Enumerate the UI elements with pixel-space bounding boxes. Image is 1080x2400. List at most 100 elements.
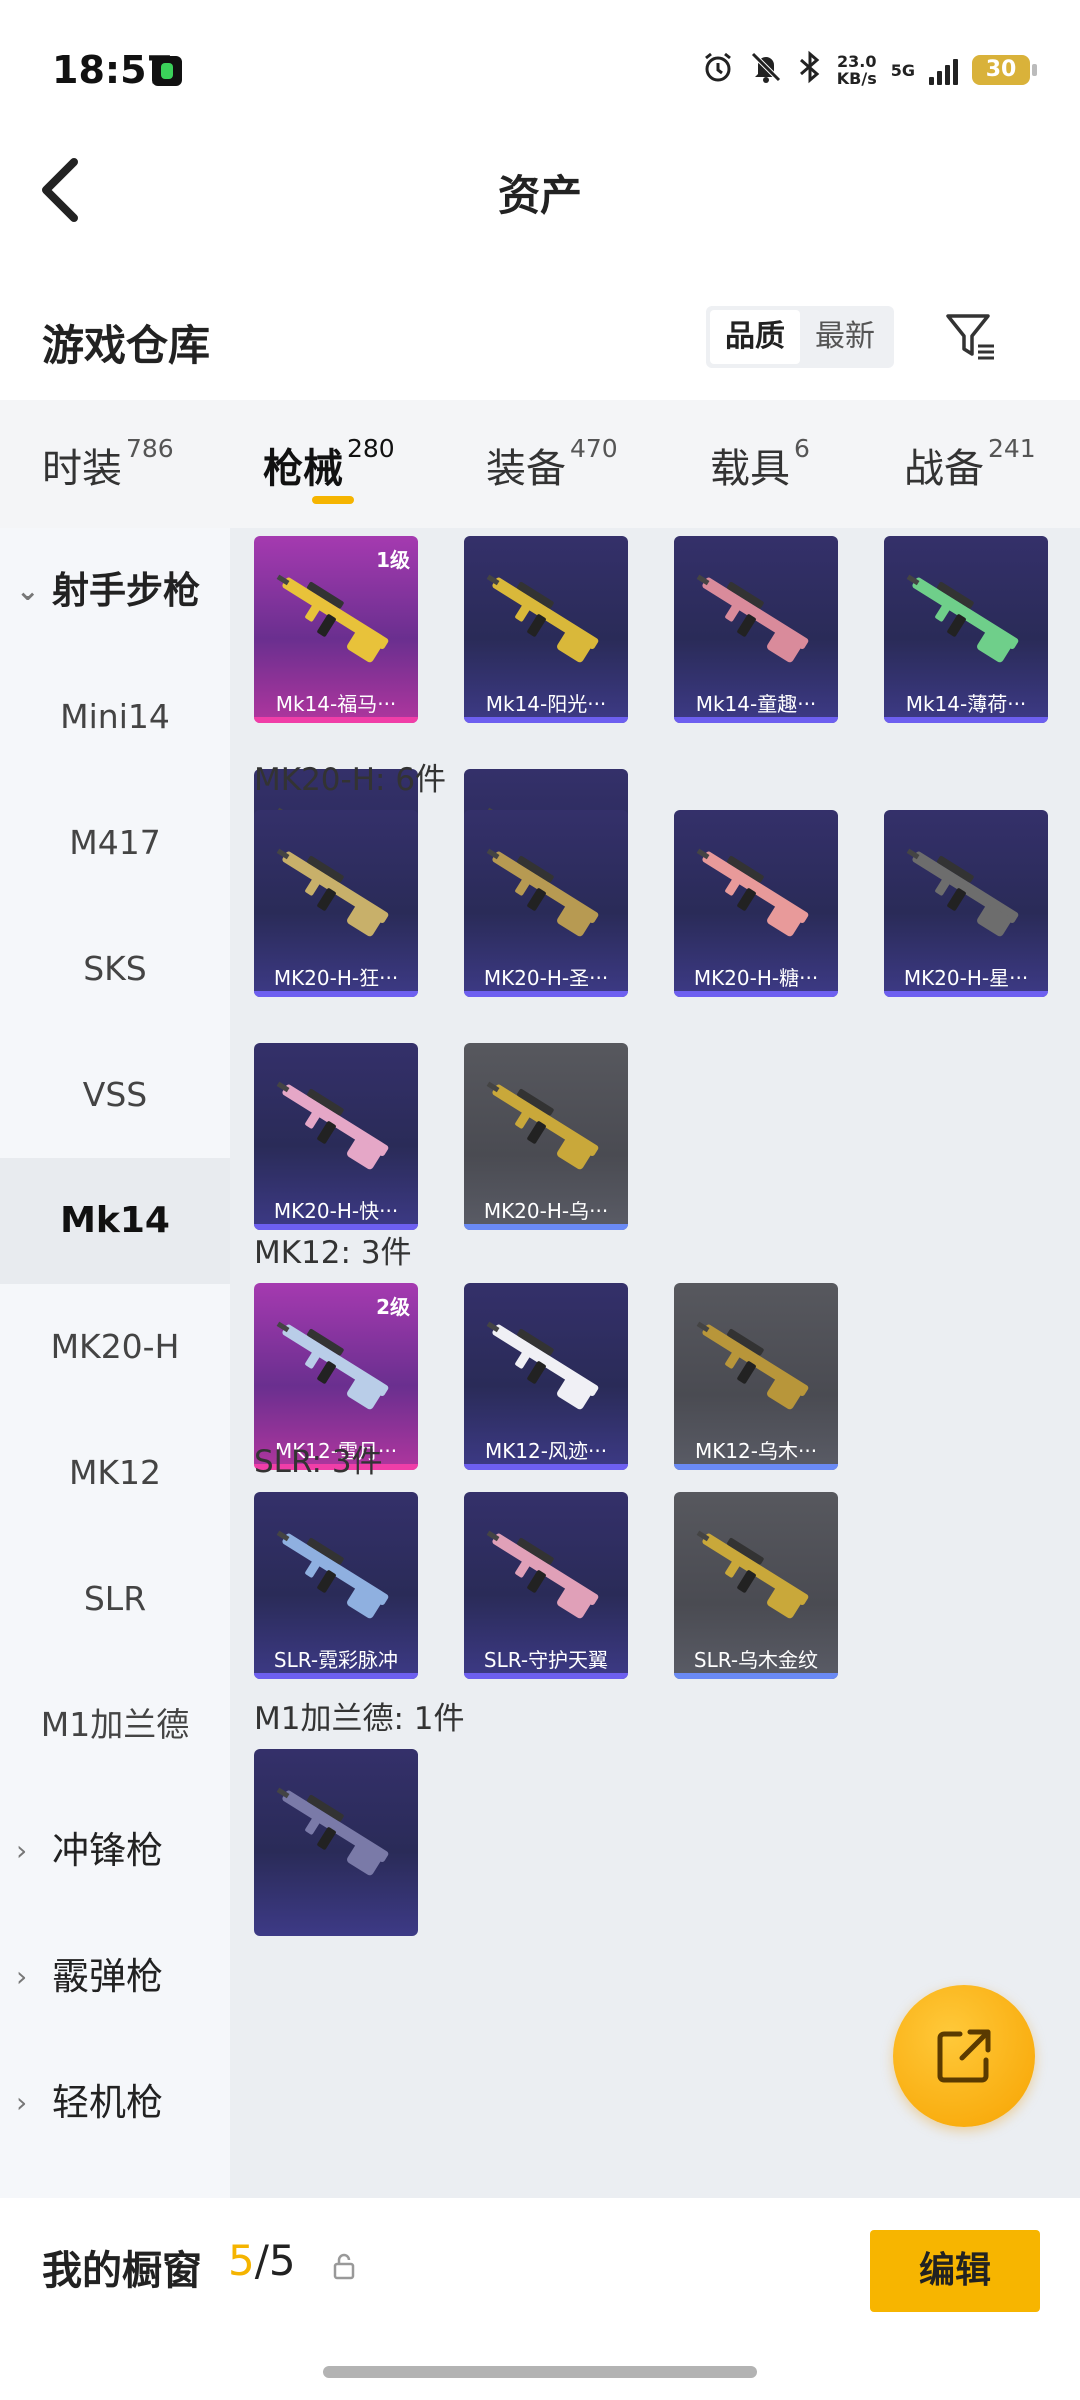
chevron-right-icon: › xyxy=(16,1960,28,1993)
sidebar-item-vss[interactable]: VSS xyxy=(0,1032,230,1158)
card-name: Mk14-阳光··· xyxy=(485,692,607,716)
rifle-icon xyxy=(696,1530,809,1619)
sort-toggle: 品质 最新 xyxy=(706,306,894,368)
card-name: MK20-H-星··· xyxy=(903,966,1029,990)
network-label: 5G xyxy=(890,60,915,80)
tab-fashion[interactable]: 时装 786 xyxy=(42,434,174,494)
tab-label: 载具 xyxy=(710,446,790,492)
showcase-bar: 我的橱窗 5/5 编辑 xyxy=(0,2198,1080,2328)
home-indicator[interactable] xyxy=(323,2366,757,2378)
showcase-label: 我的橱窗 xyxy=(42,2248,202,2294)
chevron-right-icon: › xyxy=(16,1834,28,1867)
card-name: Mk14-童趣··· xyxy=(695,692,817,716)
sidebar-group-label: 霰弹枪 xyxy=(52,1955,163,1998)
rifle-icon xyxy=(486,848,599,937)
rifle-icon xyxy=(276,1787,389,1876)
rarity-bar xyxy=(464,1464,628,1470)
card-name: SLR-霓彩脉冲 xyxy=(273,1648,399,1672)
sidebar-item-m1-garand[interactable]: M1加兰德 xyxy=(0,1662,230,1788)
sidebar-item-sks[interactable]: SKS xyxy=(0,906,230,1032)
filter-button[interactable] xyxy=(944,308,1000,364)
weapon-card[interactable]: MK20-H-糖··· xyxy=(674,810,838,997)
sidebar-group-smg[interactable]: › 冲锋枪 xyxy=(0,1788,230,1914)
rarity-bar xyxy=(464,1673,628,1679)
share-fab-button[interactable] xyxy=(893,1985,1035,2127)
tab-supplies[interactable]: 战备 241 xyxy=(904,434,1036,494)
weapon-card[interactable]: MK20-H-乌··· xyxy=(464,1043,628,1230)
weapon-card[interactable]: MK20-H-星··· xyxy=(884,810,1048,997)
tab-label: 时装 xyxy=(42,446,122,492)
rarity-bar xyxy=(254,991,418,997)
rarity-bar xyxy=(674,1464,838,1470)
mute-icon xyxy=(749,50,783,90)
sidebar-group-marksman-rifles[interactable]: ⌄ 射手步枪 xyxy=(0,528,230,654)
tab-equipment[interactable]: 装备 470 xyxy=(486,434,618,494)
active-tab-indicator xyxy=(312,496,354,504)
rarity-bar xyxy=(884,717,1048,723)
rarity-bar xyxy=(674,991,838,997)
group-label: MK20-H: 6件 xyxy=(254,762,447,798)
weapon-card[interactable]: Mk14-童趣··· xyxy=(674,536,838,723)
sidebar-group-label: 射手步枪 xyxy=(52,569,200,612)
tab-firearms[interactable]: 枪械 280 xyxy=(263,434,395,494)
lock-icon xyxy=(333,2253,355,2280)
net-speed-unit: KB/s xyxy=(836,69,877,88)
sidebar-item-mini14[interactable]: Mini14 xyxy=(0,654,230,780)
weapon-card[interactable]: 1级 Mk14-福马··· xyxy=(254,536,418,723)
tab-count: 6 xyxy=(794,434,810,463)
weapon-card[interactable]: MK20-H-狂··· xyxy=(254,810,418,997)
weapon-card[interactable]: MK12-风迹··· xyxy=(464,1283,628,1470)
rifle-icon xyxy=(276,574,389,663)
sidebar-item-mk12[interactable]: MK12 xyxy=(0,1410,230,1536)
edit-button[interactable]: 编辑 xyxy=(870,2230,1040,2312)
category-tabs: 时装 786 枪械 280 装备 470 载具 6 战备 241 xyxy=(0,400,1080,528)
sidebar-group-shotgun[interactable]: › 霰弹枪 xyxy=(0,1914,230,2040)
weapon-card[interactable]: SLR-霓彩脉冲 xyxy=(254,1492,418,1679)
sidebar-group-lmg[interactable]: › 轻机枪 xyxy=(0,2040,230,2166)
weapon-card[interactable]: MK20-H-圣··· xyxy=(464,810,628,997)
tab-vehicles[interactable]: 载具 6 xyxy=(710,434,810,494)
tab-count: 786 xyxy=(126,434,174,463)
weapon-card[interactable]: MK20-H-快··· xyxy=(254,1043,418,1230)
sidebar-item-mk20h[interactable]: MK20-H xyxy=(0,1284,230,1410)
card-name: MK20-H-乌··· xyxy=(483,1199,609,1223)
sidebar-group-label: 轻机枪 xyxy=(52,2081,163,2124)
group-label: M1加兰德: 1件 xyxy=(254,1701,465,1737)
alarm-icon xyxy=(701,50,735,90)
weapon-card[interactable]: MK12-乌木··· xyxy=(674,1283,838,1470)
bluetooth-icon xyxy=(797,50,823,90)
page-title: 资产 xyxy=(497,171,582,220)
rarity-bar xyxy=(884,991,1048,997)
sidebar-item-mk14[interactable]: Mk14 xyxy=(0,1158,230,1284)
weapon-card[interactable]: Mk14-薄荷··· xyxy=(884,536,1048,723)
weapon-card[interactable] xyxy=(254,1749,418,1936)
net-speed: 23.0 KB/s xyxy=(837,53,877,87)
rarity-bar xyxy=(464,991,628,997)
card-name: MK12-风迹··· xyxy=(484,1439,608,1463)
chevron-down-icon: ⌄ xyxy=(16,574,40,607)
card-name: SLR-乌木金纹 xyxy=(693,1648,819,1672)
chevron-right-icon: › xyxy=(16,2086,28,2119)
weapon-card[interactable]: SLR-乌木金纹 xyxy=(674,1492,838,1679)
rarity-bar xyxy=(254,717,418,723)
share-icon xyxy=(937,2029,991,2083)
rifle-icon xyxy=(906,574,1019,663)
group-label: SLR: 3件 xyxy=(254,1444,383,1480)
rifle-icon xyxy=(486,1530,599,1619)
sort-option-quality[interactable]: 品质 xyxy=(710,310,800,364)
card-name: SLR-守护天翼 xyxy=(483,1648,609,1672)
weapon-card[interactable]: Mk14-阳光··· xyxy=(464,536,628,723)
battery-icon: 30 xyxy=(972,55,1037,85)
sidebar-item-m417[interactable]: M417 xyxy=(0,780,230,906)
network-type: 5G xyxy=(891,61,915,80)
rarity-bar xyxy=(464,717,628,723)
app-header: 资产 xyxy=(0,140,1080,260)
card-name: MK20-H-糖··· xyxy=(693,966,819,990)
rarity-bar xyxy=(674,1673,838,1679)
weapon-card[interactable]: SLR-守护天翼 xyxy=(464,1492,628,1679)
rifle-icon xyxy=(276,848,389,937)
sidebar-item-slr[interactable]: SLR xyxy=(0,1536,230,1662)
sort-option-newest[interactable]: 最新 xyxy=(800,310,890,364)
showcase-sep: / xyxy=(254,2236,269,2285)
showcase-count: 5/5 xyxy=(228,2236,296,2285)
